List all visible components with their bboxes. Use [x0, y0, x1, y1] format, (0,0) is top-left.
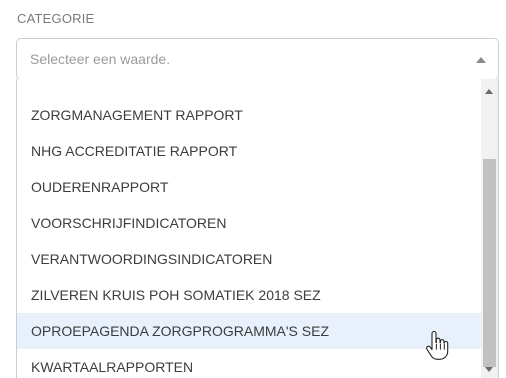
category-select-screen: CATEGORIE Selecteer een waarde. ZORGMANA…	[0, 0, 506, 378]
dropdown-scrollbar[interactable]	[481, 79, 498, 378]
category-label: CATEGORIE	[17, 11, 95, 26]
option-zilveren-kruis-poh-somatiek[interactable]: ZILVEREN KRUIS POH SOMATIEK 2018 SEZ	[17, 277, 482, 313]
option-verantwoordingsindicatoren[interactable]: VERANTWOORDINGSINDICATOREN	[17, 241, 482, 277]
scroll-up-arrow-icon[interactable]	[485, 89, 493, 94]
caret-up-icon[interactable]	[476, 57, 486, 63]
select-placeholder: Selecteer een waarde.	[30, 51, 171, 67]
scroll-down-arrow-icon[interactable]	[485, 367, 493, 372]
option-nhg-accreditatie-rapport[interactable]: NHG ACCREDITATIE RAPPORT	[17, 133, 482, 169]
option-oproepagenda-zorgprogrammas[interactable]: OPROEPAGENDA ZORGPROGRAMMA'S SEZ	[17, 313, 482, 349]
option-ouderenrapport[interactable]: OUDERENRAPPORT	[17, 169, 482, 205]
hand-pointer-cursor-icon	[426, 330, 449, 360]
option-kwartaalrapporten[interactable]: KWARTAALRAPPORTEN	[17, 349, 482, 378]
option-voorschrijfindicatoren[interactable]: VOORSCHRIJFINDICATOREN	[17, 205, 482, 241]
category-select[interactable]: Selecteer een waarde.	[16, 38, 499, 80]
scrollbar-thumb[interactable]	[483, 159, 496, 367]
option-zorgmanagement-rapport[interactable]: ZORGMANAGEMENT RAPPORT	[17, 97, 482, 133]
